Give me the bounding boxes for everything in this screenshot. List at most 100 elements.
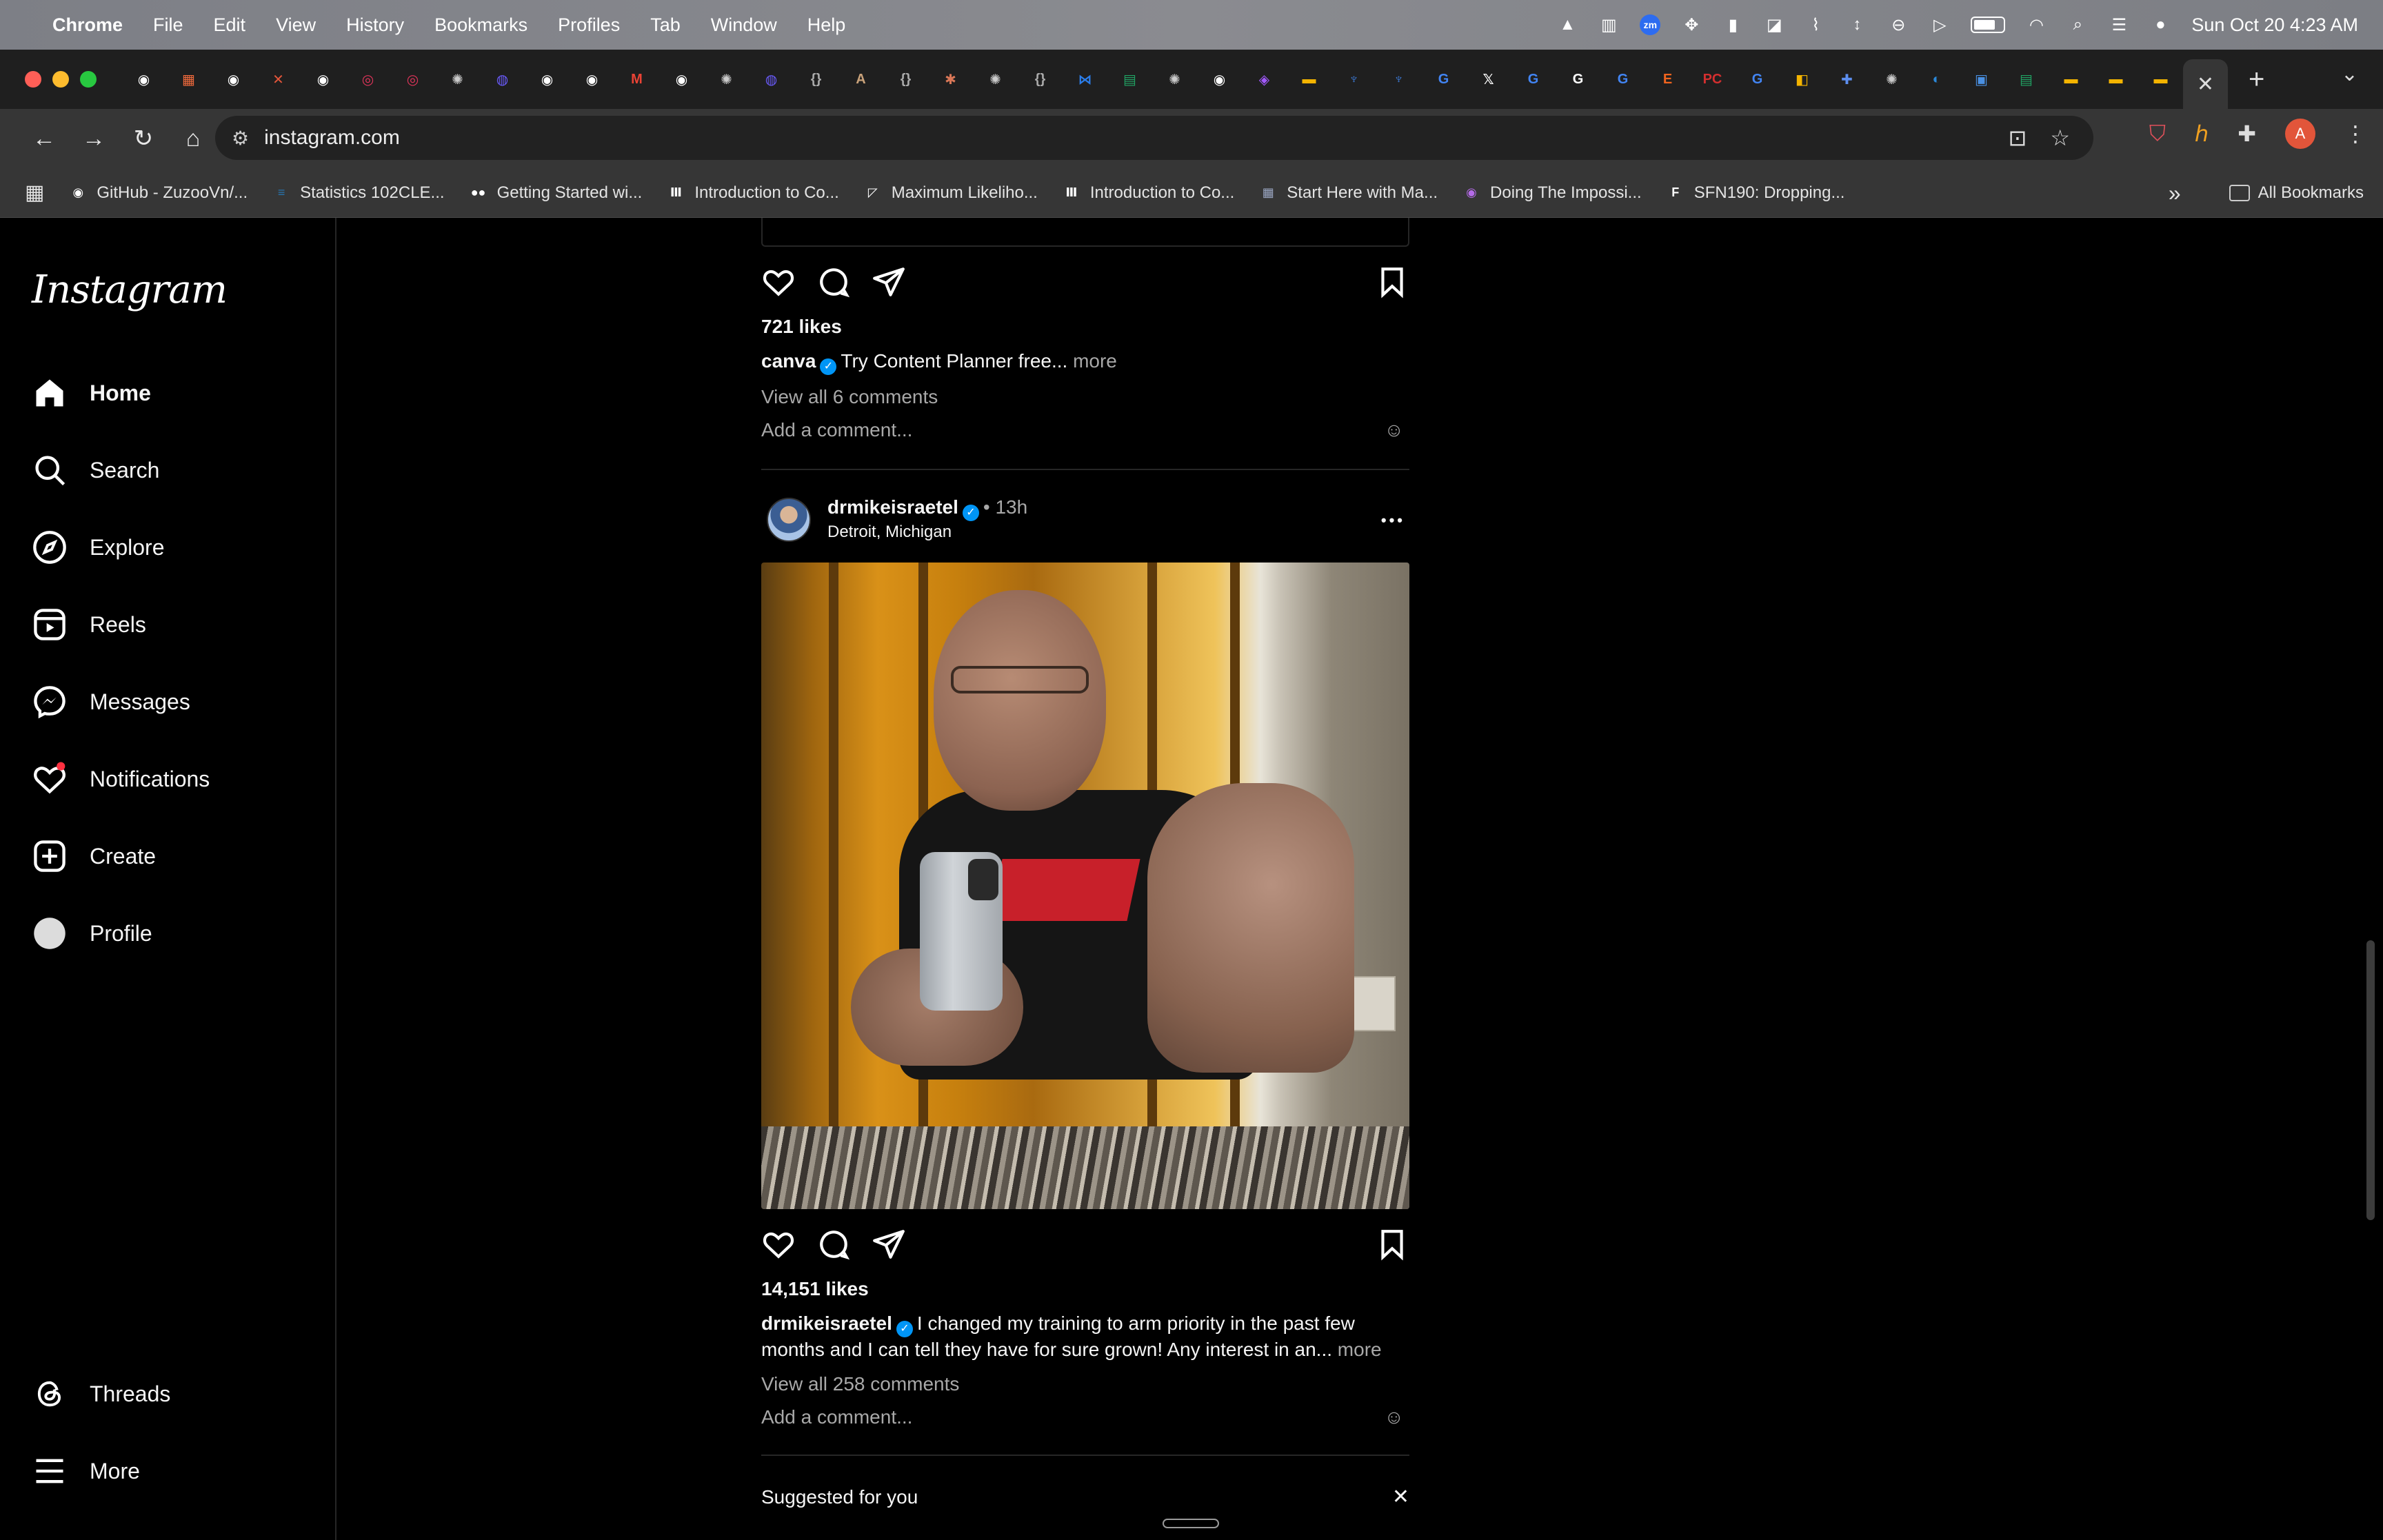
tab-15[interactable]: {} [794,59,838,100]
tab-39[interactable]: ✺ [1869,59,1914,100]
tab-27[interactable]: ♆ [1331,59,1376,100]
bookmark-item[interactable]: Ⅲ Introduction to Co... [665,183,839,203]
comment-icon[interactable] [816,265,851,299]
install-app-icon[interactable]: ⊡ [2009,125,2027,151]
bookmark-item[interactable]: F SFN190: Dropping... [1665,183,1844,203]
tab-3[interactable]: ✕ [256,59,301,100]
tab-42[interactable]: ▤ [2004,59,2049,100]
nav-notifications[interactable]: Notifications [32,761,210,797]
tab-26[interactable]: ▬ [1287,59,1331,100]
chrome-menu-icon[interactable]: ⋮ [2344,121,2366,147]
play-tray-icon[interactable]: ▷ [1929,14,1950,35]
tab-33[interactable]: G [1600,59,1645,100]
tab-0[interactable]: ◉ [121,59,166,100]
page-scrollbar-thumb[interactable] [2366,940,2375,1220]
site-info-icon[interactable]: ⚙ [232,127,249,150]
tab-23[interactable]: ✺ [1152,59,1197,100]
zoom-tray-icon[interactable]: zm [1640,14,1661,35]
post-author-avatar[interactable] [767,498,811,542]
tab-11[interactable]: M [614,59,659,100]
tab-31[interactable]: G [1511,59,1556,100]
previous-post-more-link[interactable]: more [1073,350,1117,372]
back-button[interactable]: ← [19,125,69,152]
arrows-tray-icon[interactable]: ↕ [1847,14,1867,35]
emoji-picker-icon[interactable]: ☺ [1384,1406,1404,1428]
menu-clock[interactable]: Sun Oct 20 4:23 AM [2191,14,2358,36]
address-bar[interactable]: ⚙ instagram.com ⊡ ☆ [215,116,2093,160]
tab-search-button[interactable]: ⌄ [2341,62,2358,86]
wifi-icon[interactable]: ◠ [2026,14,2047,35]
post-options-icon[interactable]: ••• [1381,511,1405,529]
tab-8[interactable]: ◍ [480,59,525,100]
tab-active[interactable]: ✕ [2183,59,2228,109]
home-button[interactable]: ⌂ [168,125,218,152]
tab-43[interactable]: ▬ [2049,59,2093,100]
save-bookmark-icon[interactable] [1375,1227,1409,1262]
previous-post-add-comment[interactable]: Add a comment... [761,419,912,441]
tab-40[interactable]: ◐ [1914,59,1959,100]
bookmark-item[interactable]: ◸ Maximum Likeliho... [863,183,1038,203]
menu-edit[interactable]: Edit [214,14,246,36]
tab-13[interactable]: ✺ [704,59,749,100]
like-heart-icon[interactable] [761,1227,796,1262]
previous-post-likes[interactable]: 721 likes [761,316,842,338]
tab-25[interactable]: ◈ [1242,59,1287,100]
tab-1[interactable]: ▦ [166,59,211,100]
clipboard-tray-icon[interactable]: ▮ [1722,14,1743,35]
share-send-icon[interactable] [872,1227,906,1262]
nav-messages[interactable]: Messages [32,684,190,720]
profile-avatar-button[interactable]: A [2285,119,2315,149]
all-bookmarks-button[interactable]: All Bookmarks [2229,183,2364,203]
share-send-icon[interactable] [872,265,906,299]
control-center-icon[interactable]: ☰ [2109,14,2129,35]
tab-21[interactable]: ⋈ [1063,59,1107,100]
menu-view[interactable]: View [276,14,316,36]
extensions-puzzle-icon[interactable]: ✚ [2238,121,2256,147]
nav-profile[interactable]: Profile [32,915,152,951]
zoom-window-button[interactable] [80,71,97,88]
bookmark-star-icon[interactable]: ☆ [2050,125,2070,151]
bookmarks-overflow-button[interactable]: » [2169,181,2181,206]
bookmark-item[interactable]: ●● Getting Started wi... [468,183,643,203]
new-tab-button[interactable]: + [2249,64,2264,95]
tab-32[interactable]: G [1556,59,1600,100]
bookmark-item[interactable]: ≡ Statistics 102CLE... [271,183,445,203]
siri-icon[interactable]: ● [2150,14,2171,35]
nav-home[interactable]: Home [32,375,151,411]
close-window-button[interactable] [25,71,41,88]
like-heart-icon[interactable] [761,265,796,299]
bookmark-item[interactable]: ◉ Doing The Impossi... [1461,183,1642,203]
menu-history[interactable]: History [346,14,404,36]
battery-icon[interactable] [1971,17,2006,33]
tab-41[interactable]: ▣ [1959,59,2004,100]
tab-36[interactable]: G [1735,59,1780,100]
tab-30[interactable]: 𝕏 [1466,59,1511,100]
forward-button[interactable]: → [69,125,119,152]
audio-bars-tray-icon[interactable]: ▥ [1598,14,1619,35]
tab-5[interactable]: ◎ [345,59,390,100]
tab-17[interactable]: {} [883,59,928,100]
post-username[interactable]: drmikeisraetel [827,496,958,518]
shield-extension-icon[interactable]: ⛉ [2149,121,2166,147]
tab-38[interactable]: ✚ [1824,59,1869,100]
menu-tab[interactable]: Tab [650,14,681,36]
tab-29[interactable]: G [1421,59,1466,100]
spotlight-search-icon[interactable]: ⌕ [2067,14,2088,35]
tab-24[interactable]: ◉ [1197,59,1242,100]
tab-10[interactable]: ◉ [570,59,614,100]
arc-tray-icon[interactable]: ▲ [1557,14,1578,35]
menu-window[interactable]: Window [711,14,777,36]
menu-app-name[interactable]: Chrome [52,14,123,36]
menu-help[interactable]: Help [807,14,846,36]
tab-45[interactable]: ▬ [2138,59,2183,100]
tab-6[interactable]: ◎ [390,59,435,100]
tab-9[interactable]: ◉ [525,59,570,100]
paperclip-tray-icon[interactable]: ⌇ [1805,14,1826,35]
post-more-link[interactable]: more [1338,1339,1382,1360]
menu-profiles[interactable]: Profiles [558,14,620,36]
menu-bookmarks[interactable]: Bookmarks [434,14,527,36]
url-text[interactable]: instagram.com [264,126,400,150]
nav-explore[interactable]: Explore [32,529,165,565]
instagram-logo[interactable]: Instagram [32,267,228,312]
tab-16[interactable]: A [838,59,883,100]
